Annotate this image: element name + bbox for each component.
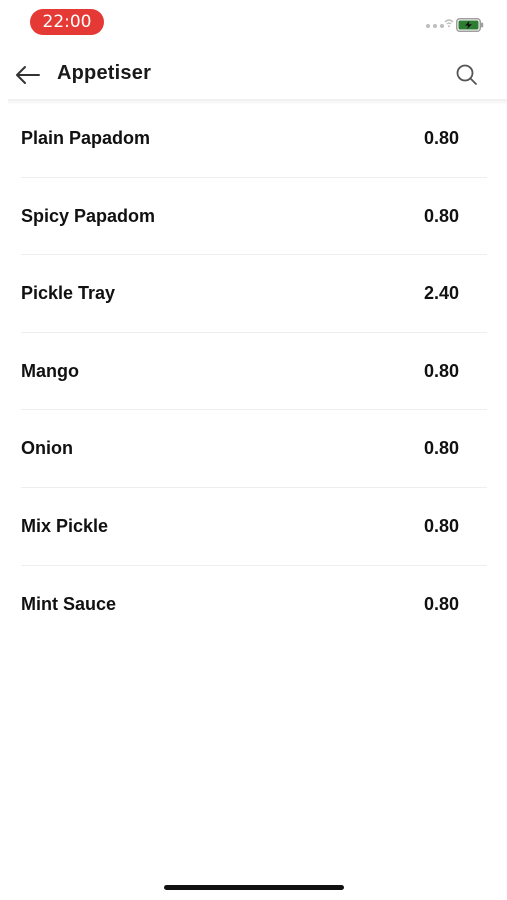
home-indicator[interactable] (164, 885, 344, 890)
item-price: 0.80 (423, 205, 459, 226)
item-price: 0.80 (423, 128, 459, 148)
app-header: Appetiser (0, 50, 507, 100)
search-icon[interactable] (453, 61, 481, 89)
item-name: Plain Papadom (21, 128, 151, 148)
battery-charging-icon (456, 18, 484, 32)
menu-item-spicy-papadom[interactable]: Spicy Papadom 0.80 (0, 178, 507, 256)
menu-item-pickle-tray[interactable]: Pickle Tray 2.40 (0, 255, 507, 333)
menu-item-plain-papadom[interactable]: Plain Papadom 0.80 (0, 100, 507, 178)
menu-item-mint-sauce[interactable]: Mint Sauce 0.80 (0, 566, 507, 644)
menu-item-onion[interactable]: Onion 0.80 (0, 410, 507, 488)
item-price: 0.80 (423, 515, 459, 536)
item-name: Mix Pickle (21, 515, 109, 536)
item-name: Onion (21, 438, 73, 459)
back-arrow-icon[interactable] (12, 62, 42, 88)
item-name: Mint Sauce (21, 593, 117, 614)
menu-item-mango[interactable]: Mango 0.80 (0, 333, 507, 411)
menu-item-mix-pickle[interactable]: Mix Pickle 0.80 (0, 488, 507, 566)
item-price: 0.80 (423, 593, 459, 614)
signal-icon (426, 24, 444, 28)
status-bar: 22:00 (0, 0, 507, 44)
item-name: Mango (21, 360, 79, 381)
status-time: 22:00 (30, 9, 104, 35)
item-price: 2.40 (423, 283, 459, 304)
item-name: Pickle Tray (21, 283, 116, 304)
item-name: Spicy Papadom (21, 205, 156, 226)
wifi-icon (444, 19, 454, 28)
menu-list: Plain Papadom 0.80 Spicy Papadom 0.80 Pi… (0, 100, 507, 643)
item-price: 0.80 (423, 438, 459, 459)
page-title: Appetiser (57, 62, 152, 84)
item-price: 0.80 (423, 360, 459, 381)
